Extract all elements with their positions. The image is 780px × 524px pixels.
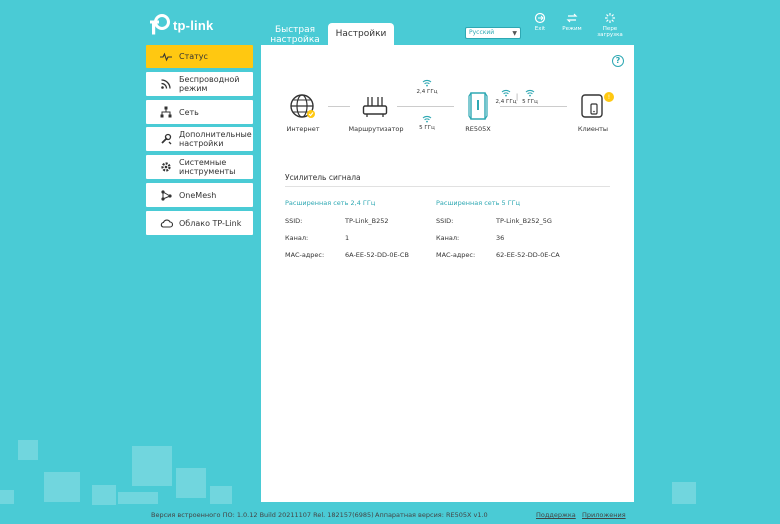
support-link[interactable]: Поддержка bbox=[536, 511, 576, 519]
tp-link-logo: tp-link bbox=[148, 14, 213, 36]
wifi-icon bbox=[422, 79, 432, 87]
background-decoration bbox=[92, 485, 116, 505]
internet-label: Интернет bbox=[286, 125, 320, 133]
sidebar-item-onemesh[interactable]: OneMesh bbox=[146, 183, 253, 207]
mode-label: Режим bbox=[562, 26, 582, 32]
wifi-icon bbox=[422, 115, 432, 123]
net24-mac-label: MAC-адрес: bbox=[285, 251, 325, 259]
internet-globe-icon[interactable] bbox=[289, 93, 317, 121]
net24-heading: Расширенная сеть 2,4 ГГц bbox=[285, 199, 376, 207]
svg-text:!: ! bbox=[608, 94, 610, 101]
tp-link-logo-icon bbox=[150, 14, 170, 35]
uplink-5-label: 5 ГГц bbox=[419, 125, 435, 131]
net24-channel-label: Канал: bbox=[285, 234, 309, 242]
clients-icon[interactable]: ! bbox=[580, 91, 616, 119]
sidebar-item-network[interactable]: Сеть bbox=[146, 100, 253, 124]
link-line bbox=[500, 106, 567, 107]
downlink-5-label: 5 ГГц bbox=[522, 99, 538, 105]
net5-heading: Расширенная сеть 5 ГГц bbox=[436, 199, 521, 207]
net24-ssid-value: TP-Link_B252 bbox=[345, 217, 389, 225]
link-line bbox=[397, 106, 454, 107]
exit-icon bbox=[534, 12, 546, 24]
hardware-version: Аппаратная версия: RE505X v1.0 bbox=[375, 511, 488, 519]
network-icon bbox=[159, 105, 173, 119]
logo-text: tp-link bbox=[173, 17, 214, 33]
advanced-icon bbox=[159, 132, 173, 146]
tab-quick-setup[interactable]: Быстрая настройка bbox=[268, 23, 322, 45]
cloud-icon bbox=[159, 216, 173, 230]
sidebar-item-cloud[interactable]: Облако TP-Link bbox=[146, 211, 253, 235]
language-select[interactable]: Русский ▼ bbox=[465, 27, 521, 39]
net5-channel-label: Канал: bbox=[436, 234, 460, 242]
net5-ssid-label: SSID: bbox=[436, 217, 454, 225]
router-icon[interactable] bbox=[362, 96, 388, 118]
sidebar-item-tools[interactable]: Системные инструменты bbox=[146, 155, 253, 179]
clients-label: Клиенты bbox=[577, 125, 609, 133]
background-decoration bbox=[132, 446, 172, 486]
wireless-icon bbox=[159, 77, 173, 91]
net5-mac-label: MAC-адрес: bbox=[436, 251, 476, 259]
help-icon[interactable]: ? bbox=[612, 55, 624, 67]
sidebar-item-label: Беспроводной режим bbox=[179, 75, 240, 93]
link-line bbox=[328, 106, 350, 107]
tab-settings[interactable]: Настройки bbox=[328, 23, 394, 45]
onemesh-icon bbox=[159, 188, 173, 202]
background-decoration bbox=[672, 482, 696, 504]
chevron-down-icon: ▼ bbox=[512, 30, 517, 37]
section-title: Усилитель сигнала bbox=[285, 173, 361, 182]
background-decoration bbox=[176, 468, 206, 498]
exit-label: Exit bbox=[534, 26, 546, 32]
background-decoration bbox=[44, 472, 80, 502]
mode-icon bbox=[566, 13, 578, 23]
sidebar-item-wireless[interactable]: Беспроводной режим bbox=[146, 72, 253, 96]
sidebar-item-label: Дополнительные настройки bbox=[179, 130, 252, 148]
net5-ssid-value: TP-Link_B252_5G bbox=[496, 217, 552, 225]
net5-channel-value: 36 bbox=[496, 234, 505, 242]
sidebar-item-label: Сеть bbox=[179, 107, 199, 117]
firmware-version: Версия встроенного ПО: 1.0.12 Build 2021… bbox=[151, 511, 374, 519]
sidebar-item-label: OneMesh bbox=[179, 190, 217, 200]
sidebar-item-label: Облако TP-Link bbox=[179, 218, 242, 228]
background-decoration bbox=[18, 440, 38, 460]
net5-mac-value: 62-EE-52-DD-0E-CA bbox=[496, 251, 560, 259]
language-select-value: Русский bbox=[469, 29, 495, 36]
tools-icon bbox=[159, 160, 173, 174]
pulse-icon bbox=[159, 50, 173, 64]
net24-ssid-label: SSID: bbox=[285, 217, 303, 225]
router-label: Маршрутизатор bbox=[348, 125, 404, 133]
net24-channel-value: 1 bbox=[345, 234, 350, 242]
sidebar-item-advanced[interactable]: Дополнительные настройки bbox=[146, 127, 253, 151]
wifi-icon bbox=[501, 89, 511, 97]
apps-link[interactable]: Приложения bbox=[582, 511, 626, 519]
reboot-button[interactable]: Пере загрузка bbox=[593, 12, 627, 38]
extender-icon[interactable] bbox=[467, 91, 489, 121]
sidebar-item-label: Системные инструменты bbox=[179, 158, 236, 176]
uplink-24-label: 2,4 ГГц bbox=[416, 89, 438, 95]
section-divider bbox=[285, 186, 610, 187]
footer: Версия встроенного ПО: 1.0.12 Build 2021… bbox=[0, 503, 780, 524]
net24-mac-value: 6A-EE-52-DD-0E-CB bbox=[345, 251, 409, 259]
sidebar-item-status[interactable]: Статус bbox=[146, 45, 253, 68]
reboot-icon bbox=[605, 13, 615, 23]
background-decoration bbox=[0, 490, 14, 504]
mode-button[interactable]: Режим bbox=[555, 12, 589, 32]
reboot-label: Пере загрузка bbox=[597, 26, 623, 38]
exit-button[interactable]: Exit bbox=[523, 12, 557, 32]
background-decoration bbox=[210, 486, 232, 504]
sidebar-item-label: Статус bbox=[179, 52, 208, 61]
wifi-icon bbox=[525, 89, 535, 97]
extender-label: RE505X bbox=[465, 125, 491, 133]
